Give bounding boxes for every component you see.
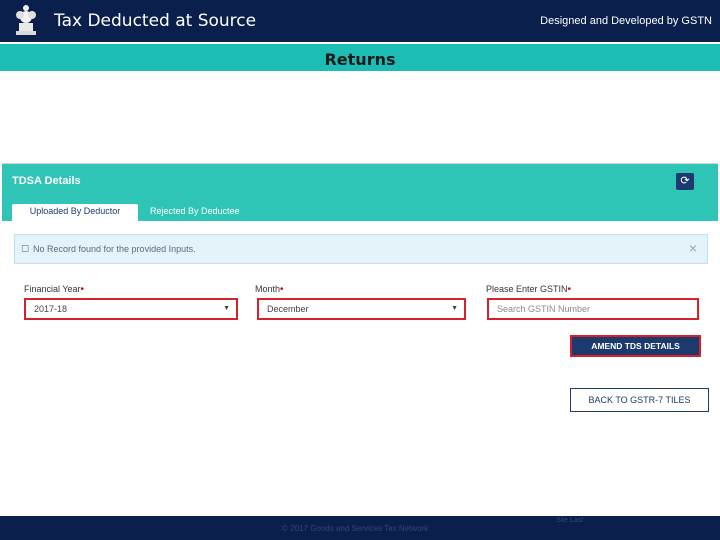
dropdown-arrow-icon: ▼ [223,305,230,312]
gstin-label: Please Enter GSTIN• [486,284,571,295]
close-icon[interactable]: × [689,240,697,256]
refresh-button[interactable]: ⟳ [676,173,694,190]
month-select[interactable]: December ▼ [257,298,466,320]
gstin-input[interactable] [497,304,689,314]
amend-tds-details-button[interactable]: AMEND TDS DETAILS [570,335,701,357]
tab-uploaded-by-deductor[interactable]: Uploaded By Deductor [12,204,138,221]
app-header: Tax Deducted at Source Designed and Deve… [0,0,720,42]
required-marker: • [80,284,85,295]
tdsa-panel-header: TDSA Details ⟳ Uploaded By Deductor Reje… [2,164,718,221]
gstin-field[interactable] [487,298,699,320]
financial-year-label-text: Financial Year [24,284,81,294]
gstin-label-text: Please Enter GSTIN [486,284,568,294]
info-icon: ◻ [21,243,30,254]
state-emblem-icon [16,5,36,35]
financial-year-value: 2017-18 [34,304,68,314]
footer-page-label: Site Last [556,517,584,524]
no-record-alert: ◻ No Record found for the provided Input… [14,234,708,264]
required-marker: • [280,284,284,295]
section-title: Returns [324,50,396,69]
month-value: December [267,304,309,314]
panel-title: TDSA Details [12,175,81,187]
footer-copyright: © 2017 Goods and Services Tax Network [282,524,429,533]
month-label: Month• [255,284,284,295]
developer-credit: Designed and Developed by GSTN [540,15,712,27]
tdsa-screenshot: TDSA Details ⟳ Uploaded By Deductor Reje… [2,163,718,425]
tab-rejected-by-deductee[interactable]: Rejected By Deductee [150,204,240,221]
financial-year-label: Financial Year• [24,284,84,295]
alert-message: No Record found for the provided Inputs. [33,244,196,254]
required-marker: • [567,284,572,295]
refresh-icon: ⟳ [680,175,690,187]
dropdown-arrow-icon: ▼ [451,305,458,312]
app-title: Tax Deducted at Source [54,11,257,31]
month-label-text: Month [255,284,281,294]
back-to-gstr7-tiles-button[interactable]: BACK TO GSTR-7 TILES [570,388,709,412]
financial-year-select[interactable]: 2017-18 ▼ [24,298,238,320]
